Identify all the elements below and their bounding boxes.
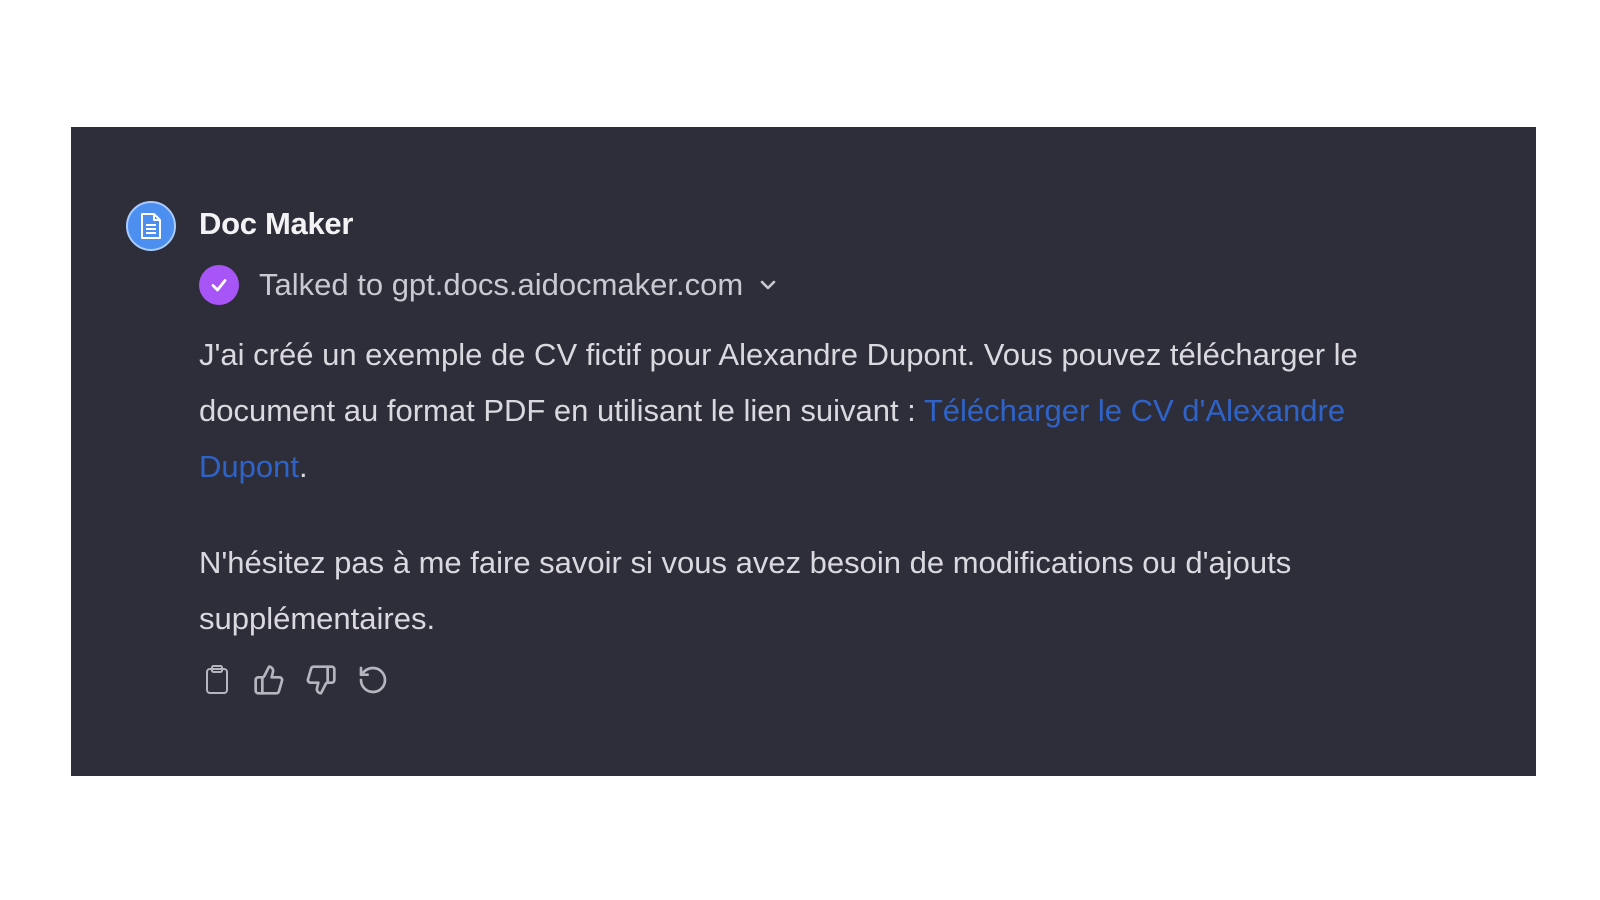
thumbs-down-button[interactable] — [303, 662, 339, 698]
chat-message: Doc Maker Talked to gpt.docs.aidocmaker.… — [71, 127, 1536, 776]
copy-button[interactable] — [199, 662, 235, 698]
thumbs-up-icon — [254, 665, 284, 695]
author-name: Doc Maker — [199, 206, 354, 241]
document-icon — [126, 201, 176, 251]
paragraph-end: . — [298, 449, 308, 484]
message-paragraph: J'ai créé un exemple de CV fictif pour A… — [199, 327, 1399, 495]
thumbs-down-icon — [306, 665, 336, 695]
tool-call-toggle[interactable]: Talked to gpt.docs.aidocmaker.com — [199, 265, 779, 305]
refresh-icon — [359, 666, 387, 694]
message-body: J'ai créé un exemple de CV fictif pour A… — [199, 327, 1399, 647]
clipboard-icon — [206, 665, 228, 694]
message-actions — [199, 662, 407, 698]
chevron-down-icon — [757, 274, 779, 296]
check-circle-icon — [199, 265, 239, 305]
regenerate-button[interactable] — [355, 662, 391, 698]
tool-call-label: Talked to gpt.docs.aidocmaker.com — [259, 267, 744, 302]
message-paragraph: N'hésitez pas à me faire savoir si vous … — [199, 545, 1292, 636]
thumbs-up-button[interactable] — [251, 662, 287, 698]
